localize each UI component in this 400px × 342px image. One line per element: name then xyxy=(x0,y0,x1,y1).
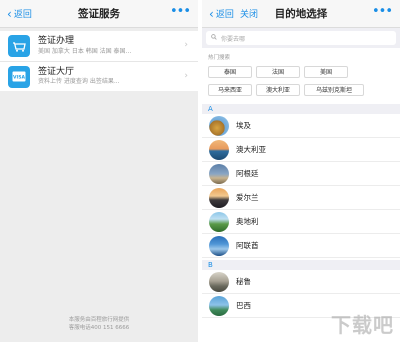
hot-chip[interactable]: 澳大利亚 xyxy=(256,84,300,96)
destination-thumbnail xyxy=(209,295,229,316)
destination-item[interactable]: 阿联酋 xyxy=(202,234,400,258)
destination-name: 埃及 xyxy=(236,121,251,130)
visa-passport-icon xyxy=(8,35,30,57)
visa-service-list: 签证办理 美国 加拿大 日本 韩国 法国 泰国... › VISA 签证大厅 资… xyxy=(0,31,198,91)
destination-name: 阿根廷 xyxy=(236,169,259,178)
search-placeholder: 你要去哪 xyxy=(221,35,246,43)
left-page-title: 签证服务 xyxy=(78,8,120,20)
service-title: 签证办理 xyxy=(38,36,75,47)
search-icon xyxy=(211,34,217,42)
svg-text:VISA: VISA xyxy=(13,75,25,81)
search-input[interactable]: 你要去哪 xyxy=(206,31,396,45)
destination-item[interactable]: 阿根廷 xyxy=(202,162,400,186)
right-page-title: 目的地选择 xyxy=(274,8,328,20)
left-navbar: ‹ 返回 签证服务 ••• xyxy=(0,0,198,28)
service-title: 签证大厅 xyxy=(38,66,75,77)
destination-panel: ‹ 返回 关闭 目的地选择 ••• 你要去哪 热门搜索 泰国 法国 美国 马来西… xyxy=(202,0,400,342)
destination-name: 奥地利 xyxy=(236,217,259,226)
destination-item[interactable]: 澳大利亚 xyxy=(202,138,400,162)
destination-thumbnail xyxy=(209,115,229,136)
destination-thumbnail xyxy=(209,235,229,256)
destination-item[interactable]: 奥地利 xyxy=(202,210,400,234)
service-subtitle: 美国 加拿大 日本 韩国 法国 泰国... xyxy=(38,47,132,55)
destination-item[interactable]: 爱尔兰 xyxy=(202,186,400,210)
service-item-visa-apply[interactable]: 签证办理 美国 加拿大 日本 韩国 法国 泰国... › xyxy=(0,31,198,61)
hot-chip[interactable]: 泰国 xyxy=(208,66,252,78)
section-header-b: B xyxy=(202,260,400,270)
destination-list-a: 埃及 澳大利亚 阿根廷 爱尔兰 奥地利 阿联酋 xyxy=(202,114,400,258)
destination-name: 爱尔兰 xyxy=(236,193,259,202)
destination-thumbnail xyxy=(209,271,229,292)
visa-service-panel: ‹ 返回 签证服务 ••• 签证办理 美国 加拿大 日本 韩国 法国 泰国...… xyxy=(0,0,198,342)
destination-thumbnail xyxy=(209,163,229,184)
visa-card-icon: VISA xyxy=(8,65,30,88)
footer-provider: 本服务由百程旅行网提供 xyxy=(68,316,130,323)
destination-name: 巴西 xyxy=(236,301,251,310)
destination-thumbnail xyxy=(209,211,229,232)
footer-hotline: 客服电话400 151 6666 xyxy=(68,324,130,331)
right-more-button[interactable]: ••• xyxy=(372,4,393,19)
hot-search-chips: 泰国 法国 美国 马来西亚 澳大利亚 乌兹别克斯坦 xyxy=(202,61,400,102)
hot-chip[interactable]: 马来西亚 xyxy=(208,84,252,96)
service-item-visa-hall[interactable]: VISA 签证大厅 资料上传 进度查询 出签结果... › xyxy=(0,61,198,91)
destination-name: 阿联酋 xyxy=(236,241,259,250)
search-bar: 你要去哪 xyxy=(202,28,400,48)
destination-name: 秘鲁 xyxy=(236,277,251,286)
watermark-logo: 下载吧 xyxy=(331,313,394,337)
provider-footer: 本服务由百程旅行网提供 客服电话400 151 6666 xyxy=(0,316,198,333)
hot-search-label: 热门搜索 xyxy=(208,55,231,61)
hot-chip[interactable]: 法国 xyxy=(256,66,300,78)
right-navbar: ‹ 返回 关闭 目的地选择 ••• xyxy=(202,0,400,28)
hot-chip[interactable]: 乌兹别克斯坦 xyxy=(304,84,364,96)
destination-name: 澳大利亚 xyxy=(236,145,266,154)
destination-item[interactable]: 埃及 xyxy=(202,114,400,138)
destination-item[interactable]: 秘鲁 xyxy=(202,270,400,294)
service-subtitle: 资料上传 进度查询 出签结果... xyxy=(38,78,120,86)
chevron-right-icon: › xyxy=(184,40,188,50)
destination-thumbnail xyxy=(209,187,229,208)
left-more-button[interactable]: ••• xyxy=(170,4,191,19)
chevron-right-icon: › xyxy=(184,71,188,81)
section-header-a: A xyxy=(202,104,400,114)
destination-thumbnail xyxy=(209,139,229,160)
hot-chip[interactable]: 美国 xyxy=(304,66,348,78)
